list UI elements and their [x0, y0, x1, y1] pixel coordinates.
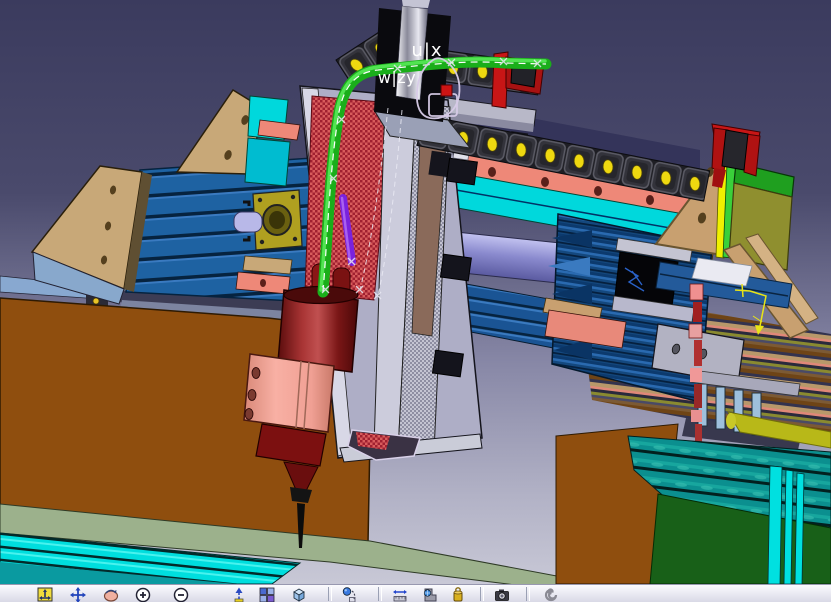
toolbar-separator: [378, 587, 382, 601]
toolbar-separator: [328, 587, 332, 601]
measure-inertia-icon[interactable]: [449, 586, 467, 602]
pan-icon[interactable]: [69, 586, 87, 602]
cad-app-window: u|x w|zy: [0, 0, 831, 602]
zoom-in-icon[interactable]: [134, 586, 152, 602]
label-wzy[interactable]: w|zy: [378, 68, 416, 87]
view-toolbar: [0, 584, 831, 602]
zoom-out-icon[interactable]: [172, 586, 190, 602]
camera-icon[interactable]: [493, 586, 511, 602]
3d-viewport[interactable]: u|x w|zy: [0, 0, 831, 584]
iso-view-icon[interactable]: [290, 586, 308, 602]
toolbar-separator: [526, 587, 530, 601]
label-ux[interactable]: u|x: [411, 40, 442, 61]
red-marker[interactable]: [440, 84, 453, 97]
normal-view-icon[interactable]: [230, 586, 248, 602]
measure-item-icon[interactable]: [421, 586, 439, 602]
rotate-icon[interactable]: [102, 586, 120, 602]
measure-between-icon[interactable]: [391, 586, 409, 602]
hide-show-icon[interactable]: [341, 586, 359, 602]
fit-all-in-icon[interactable]: [36, 586, 54, 602]
spiral-icon[interactable]: [542, 586, 560, 602]
multi-view-icon[interactable]: [258, 586, 276, 602]
model-scene[interactable]: u|x w|zy: [0, 0, 831, 584]
toolbar-separator: [480, 587, 484, 601]
